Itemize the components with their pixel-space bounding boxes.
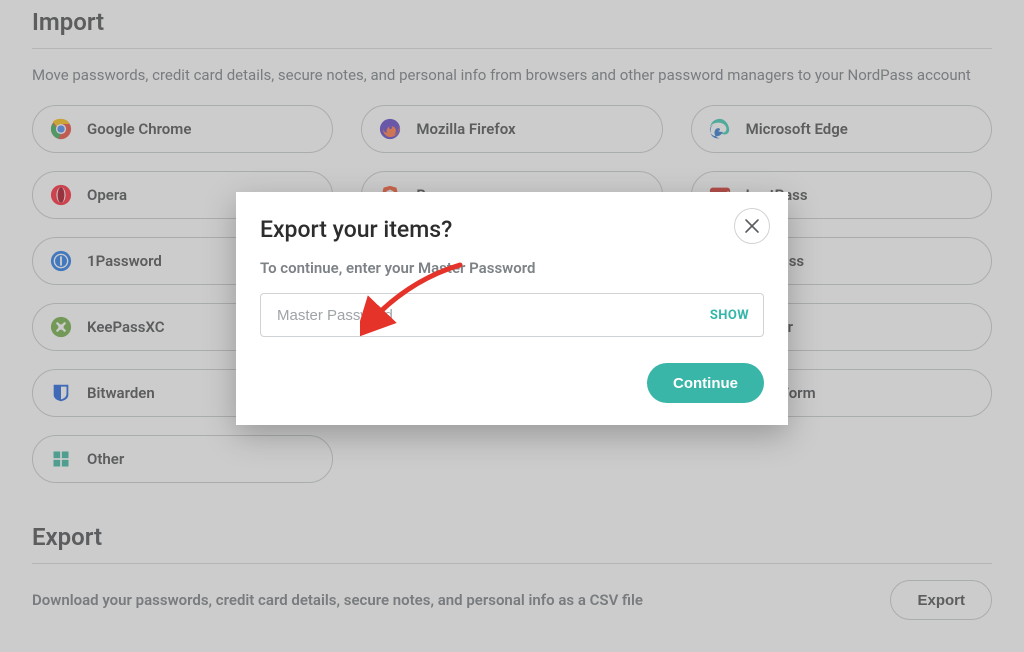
close-icon xyxy=(744,218,760,234)
close-button[interactable] xyxy=(734,208,770,244)
continue-button[interactable]: Continue xyxy=(647,363,764,403)
modal-title: Export your items? xyxy=(260,216,764,243)
show-password-toggle[interactable]: SHOW xyxy=(710,308,749,323)
master-password-input[interactable] xyxy=(275,306,710,325)
modal-subtitle: To continue, enter your Master Password xyxy=(260,259,764,277)
password-field: SHOW xyxy=(260,293,764,337)
modal-overlay: Export your items? To continue, enter yo… xyxy=(0,0,1024,652)
export-modal: Export your items? To continue, enter yo… xyxy=(236,192,788,425)
